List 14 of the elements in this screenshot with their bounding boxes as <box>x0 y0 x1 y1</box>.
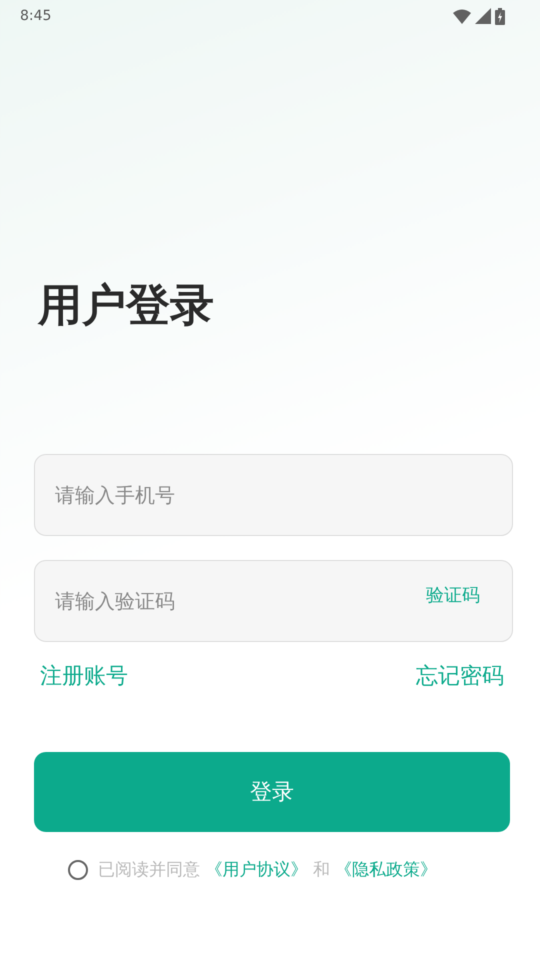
agreement-link[interactable]: 《隐私政策》 <box>335 860 438 880</box>
battery-icon <box>495 8 505 24</box>
get-code-button[interactable]: 验证码 <box>426 583 480 607</box>
text-link[interactable]: 忘记密码 <box>416 662 504 692</box>
wifi-icon <box>453 8 471 24</box>
login-button[interactable]: 登录 <box>34 752 510 832</box>
agreement-checkbox[interactable] <box>68 860 88 880</box>
agreement-text: 已阅读并同意 《用户协议》 和 《隐私政策》 <box>98 859 438 881</box>
agreement-link[interactable]: 《用户协议》 <box>205 860 308 880</box>
page-title: 用户登录 <box>38 280 215 332</box>
text-link[interactable]: 注册账号 <box>40 662 128 692</box>
phone-input-field[interactable]: 请输入手机号 <box>34 454 513 536</box>
signal-icon <box>475 8 491 24</box>
status-time: 8:45 <box>20 8 52 24</box>
